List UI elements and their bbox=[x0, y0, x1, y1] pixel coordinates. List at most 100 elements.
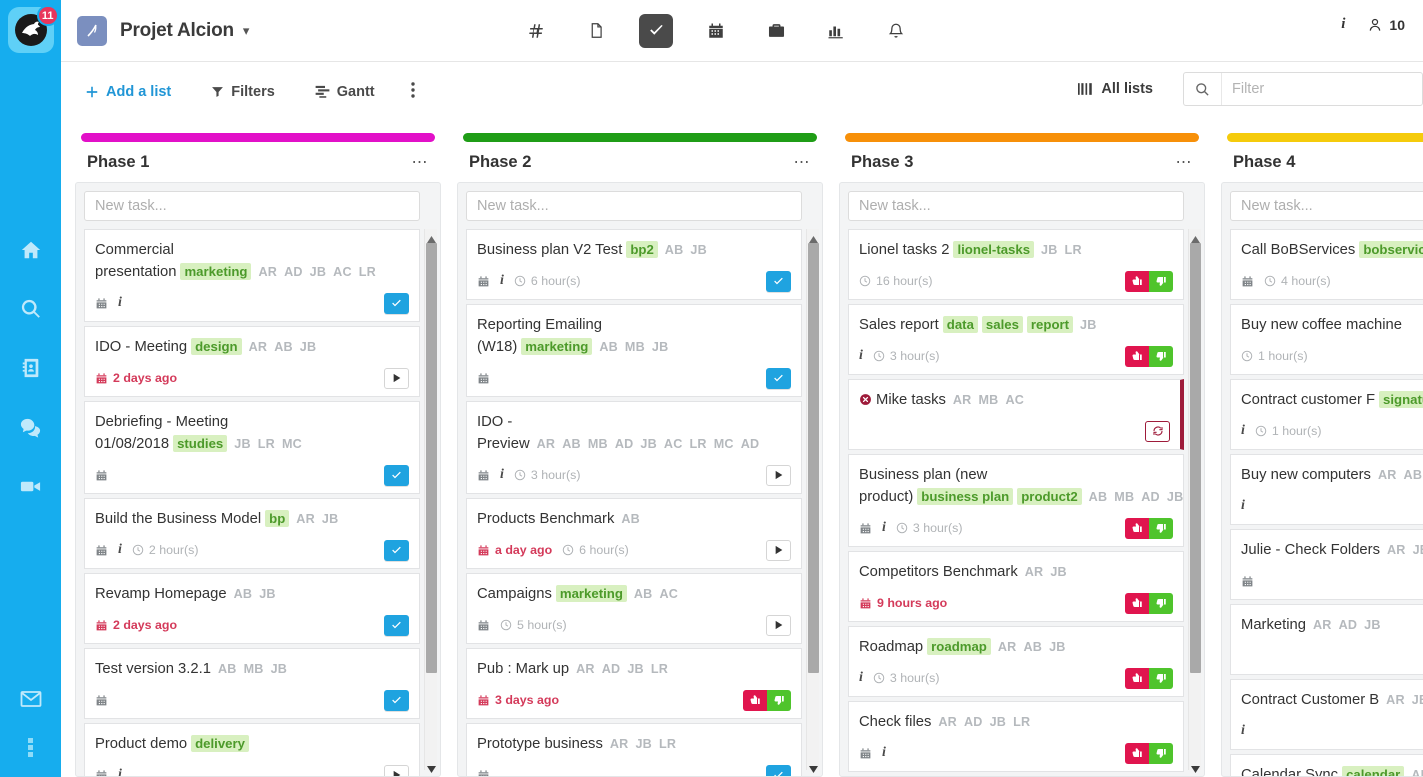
card-assignee-initials[interactable]: LR bbox=[1065, 243, 1082, 257]
card-tag[interactable]: sales bbox=[982, 316, 1023, 333]
info-icon[interactable]: i bbox=[1341, 16, 1345, 33]
task-card[interactable]: Reporting Emailing (W18)marketingABMBJB bbox=[466, 304, 802, 397]
card-retry-button[interactable] bbox=[1145, 421, 1170, 442]
card-tag[interactable]: design bbox=[191, 338, 242, 355]
card-assignee-initials[interactable]: JB bbox=[234, 437, 251, 451]
card-assignee-initials[interactable]: JB bbox=[640, 437, 657, 451]
card-assignee-initials[interactable]: JB bbox=[690, 243, 707, 257]
card-assignee-initials[interactable]: JB bbox=[1364, 618, 1381, 632]
task-card[interactable]: Build the Business ModelbpARJBi2 hour(s) bbox=[84, 498, 420, 569]
card-assignee-initials[interactable]: AC bbox=[664, 437, 683, 451]
task-card[interactable]: Sales reportdatasalesreportJBi3 hour(s) bbox=[848, 304, 1184, 375]
task-card[interactable]: Debriefing - Meeting 01/08/2018studiesJB… bbox=[84, 401, 420, 494]
card-vote-down-button[interactable] bbox=[1125, 518, 1149, 539]
task-card[interactable]: Buy new computersARABMBi bbox=[1230, 454, 1423, 525]
card-assignee-initials[interactable]: JB bbox=[1049, 640, 1066, 654]
card-assignee-initials[interactable]: MC bbox=[282, 437, 302, 451]
card-assignee-initials[interactable]: JB bbox=[310, 265, 327, 279]
card-assignee-initials[interactable]: MB bbox=[1114, 490, 1134, 504]
card-tag[interactable]: marketing bbox=[180, 263, 251, 280]
card-vote-down-button[interactable] bbox=[743, 690, 767, 711]
task-card[interactable]: Calendar SynccalendarARAB2 hour(s) bbox=[1230, 754, 1423, 777]
task-card[interactable]: Revamp HomepageABJB2 days ago bbox=[84, 573, 420, 644]
card-assignee-initials[interactable]: AR bbox=[1386, 693, 1405, 707]
card-assignee-initials[interactable]: AD bbox=[1339, 618, 1358, 632]
card-vote-up-button[interactable] bbox=[1149, 518, 1173, 539]
card-complete-button[interactable] bbox=[766, 271, 791, 292]
gantt-button[interactable]: Gantt bbox=[315, 84, 375, 100]
card-assignee-initials[interactable]: LR bbox=[659, 737, 676, 751]
scroll-thumb[interactable] bbox=[1190, 243, 1201, 673]
card-assignee-initials[interactable]: AR bbox=[576, 662, 595, 676]
task-card[interactable]: Prototype businessARJBLR bbox=[466, 723, 802, 777]
chevron-down-icon[interactable]: ▾ bbox=[243, 23, 250, 39]
card-assignee-initials[interactable]: AR bbox=[953, 393, 972, 407]
card-assignee-initials[interactable]: JB bbox=[1412, 693, 1423, 707]
card-assignee-initials[interactable]: AB bbox=[599, 340, 618, 354]
card-assignee-initials[interactable]: AB bbox=[665, 243, 684, 257]
project-avatar[interactable] bbox=[77, 16, 107, 46]
card-tag[interactable]: delivery bbox=[191, 735, 249, 752]
all-lists-button[interactable]: All lists bbox=[1078, 81, 1153, 97]
column-scrollbar[interactable] bbox=[424, 229, 437, 770]
sidebar-item-video[interactable] bbox=[11, 466, 51, 506]
card-tag[interactable]: bp bbox=[265, 510, 289, 527]
card-assignee-initials[interactable]: JB bbox=[1080, 318, 1097, 332]
card-assignee-initials[interactable]: AR bbox=[938, 715, 957, 729]
tab-documents[interactable] bbox=[579, 14, 613, 48]
card-tag[interactable]: bobservices bbox=[1359, 241, 1423, 258]
card-vote-up-button[interactable] bbox=[1149, 593, 1173, 614]
card-assignee-initials[interactable]: AR bbox=[296, 512, 315, 526]
card-assignee-initials[interactable]: AB bbox=[234, 587, 253, 601]
card-assignee-initials[interactable]: JB bbox=[1050, 565, 1067, 579]
card-assignee-initials[interactable]: AB bbox=[562, 437, 581, 451]
card-tag[interactable]: bp2 bbox=[626, 241, 657, 258]
task-card[interactable]: Check filesARADJBLRi bbox=[848, 701, 1184, 772]
card-assignee-initials[interactable]: AB bbox=[274, 340, 293, 354]
card-assignee-initials[interactable]: JB bbox=[1041, 243, 1058, 257]
card-assignee-initials[interactable]: AD bbox=[1141, 490, 1160, 504]
task-card[interactable]: Lionel tasks 2lionel-tasksJBLR16 hour(s) bbox=[848, 229, 1184, 300]
card-complete-button[interactable] bbox=[384, 615, 409, 636]
card-start-button[interactable] bbox=[766, 540, 791, 561]
toolbar-more-button[interactable] bbox=[411, 82, 415, 102]
card-vote-down-button[interactable] bbox=[1125, 271, 1149, 292]
members-count[interactable]: 10 bbox=[1367, 17, 1405, 33]
new-task-input[interactable] bbox=[84, 191, 420, 221]
card-vote-up-button[interactable] bbox=[767, 690, 791, 711]
card-assignee-initials[interactable]: LR bbox=[690, 437, 707, 451]
card-tag[interactable]: business plan bbox=[917, 488, 1013, 505]
card-assignee-initials[interactable]: AB bbox=[634, 587, 653, 601]
task-card[interactable]: IDO - PreviewARABMBADJBACLRMCADi3 hour(s… bbox=[466, 401, 802, 494]
card-tag[interactable]: marketing bbox=[556, 585, 627, 602]
tab-notifications[interactable] bbox=[879, 14, 913, 48]
card-assignee-initials[interactable]: AB bbox=[1023, 640, 1042, 654]
card-complete-button[interactable] bbox=[766, 368, 791, 389]
task-card[interactable]: Products BenchmarkABa day ago6 hour(s) bbox=[466, 498, 802, 569]
task-card[interactable]: MarketingARADJB bbox=[1230, 604, 1423, 675]
task-card[interactable]: Business plan V2 Testbp2ABJBi6 hour(s) bbox=[466, 229, 802, 300]
column-scrollbar[interactable] bbox=[806, 229, 819, 770]
column-menu-button[interactable]: ⋯ bbox=[794, 159, 812, 167]
card-assignee-initials[interactable]: LR bbox=[359, 265, 376, 279]
card-assignee-initials[interactable]: AR bbox=[249, 340, 268, 354]
card-assignee-initials[interactable]: LR bbox=[1013, 715, 1030, 729]
tab-stats[interactable] bbox=[819, 14, 853, 48]
card-assignee-initials[interactable]: JB bbox=[635, 737, 652, 751]
card-assignee-initials[interactable]: AD bbox=[741, 437, 760, 451]
card-tag[interactable]: calendar bbox=[1342, 766, 1404, 777]
card-assignee-initials[interactable]: MB bbox=[625, 340, 645, 354]
sidebar-item-contacts[interactable] bbox=[11, 348, 51, 388]
task-card[interactable]: Call BoBServicesbobservices4 hour(s) bbox=[1230, 229, 1423, 300]
card-assignee-initials[interactable]: AC bbox=[333, 265, 352, 279]
card-assignee-initials[interactable]: AC bbox=[1005, 393, 1024, 407]
card-complete-button[interactable] bbox=[384, 540, 409, 561]
task-card[interactable]: CampaignsmarketingABAC5 hour(s) bbox=[466, 573, 802, 644]
new-task-input[interactable] bbox=[848, 191, 1184, 221]
card-assignee-initials[interactable]: JB bbox=[627, 662, 644, 676]
card-tag[interactable]: studies bbox=[173, 435, 227, 452]
column-menu-button[interactable]: ⋯ bbox=[412, 159, 430, 167]
card-assignee-initials[interactable]: MB bbox=[244, 662, 264, 676]
task-card[interactable]: Buy new coffee machine1 hour(s) bbox=[1230, 304, 1423, 375]
card-vote-down-button[interactable] bbox=[1125, 743, 1149, 764]
